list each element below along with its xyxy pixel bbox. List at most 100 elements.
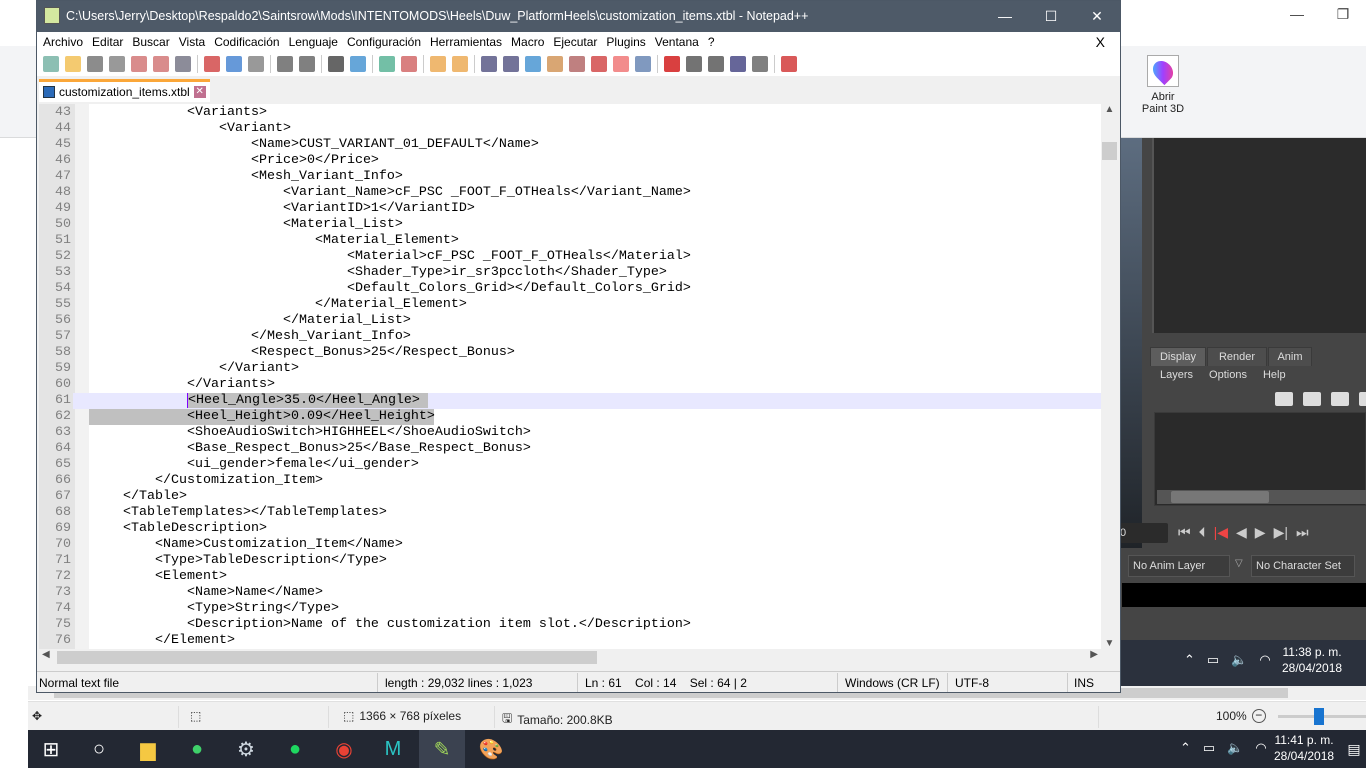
code-text: <VariantID>1</VariantID> — [91, 201, 475, 216]
udl-icon[interactable] — [547, 56, 563, 72]
save-icon[interactable] — [87, 56, 103, 72]
menu-editar[interactable]: Editar — [92, 32, 129, 52]
scroll-right-icon: ▶ — [1090, 649, 1098, 660]
minimize-icon[interactable]: — — [1274, 0, 1320, 30]
undo-icon[interactable] — [277, 56, 293, 72]
code-text: <ui_gender>female</ui_gender> — [91, 457, 419, 472]
image-dimensions: 1366 × 768 píxeles — [359, 709, 462, 723]
notepad-plus-plus-window: C:\Users\Jerry\Desktop\Respaldo2\Saintsr… — [36, 0, 1121, 693]
horizontal-scrollbar[interactable]: ◀ ▶ — [39, 649, 1101, 666]
maya-layer-icons — [1275, 392, 1366, 406]
cut-icon[interactable] — [204, 56, 220, 72]
code-line: 51 <Material_Element> — [39, 233, 1101, 249]
open-icon[interactable] — [65, 56, 81, 72]
spellcheck-icon[interactable] — [781, 56, 797, 72]
line-number: 76 — [55, 633, 71, 648]
layer-down-icon — [1303, 392, 1321, 406]
clock[interactable]: 11:41 p. m. 28/04/2018 — [1274, 732, 1334, 764]
editor[interactable]: 43 <Variants> 44 <Variant> 45 <Name>CUST_V… — [39, 104, 1101, 649]
spotify-icon[interactable]: ● — [272, 730, 318, 768]
line-number: 65 — [55, 457, 71, 472]
play-multi-icon[interactable] — [730, 56, 746, 72]
settings-icon[interactable]: ⚙ — [223, 730, 269, 768]
save-macro-icon[interactable] — [752, 56, 768, 72]
code-line: 63 <ShoeAudioSwitch>HIGHHEEL</ShoeAudioS… — [39, 425, 1101, 441]
menu-ventana[interactable]: Ventana — [655, 32, 705, 52]
open-paint3d-button[interactable]: Abrir Paint 3D — [1133, 52, 1193, 136]
menu-archivo[interactable]: Archivo — [43, 32, 89, 52]
indent-guide-icon[interactable] — [525, 56, 541, 72]
copy-icon[interactable] — [226, 56, 242, 72]
close-tab-icon[interactable]: ✕ — [193, 86, 206, 98]
tab-customization-items[interactable]: customization_items.xtbl ✕ — [39, 79, 210, 102]
code-line: 72 <Element> — [39, 569, 1101, 585]
new-icon[interactable] — [43, 56, 59, 72]
minimize-button[interactable]: — — [982, 1, 1028, 32]
tab-bar: customization_items.xtbl ✕ — [37, 76, 1120, 102]
menu-vista[interactable]: Vista — [179, 32, 211, 52]
doc-map-icon[interactable] — [569, 56, 585, 72]
folder-icon[interactable] — [613, 56, 629, 72]
menu-codificacin[interactable]: Codificación — [214, 32, 285, 52]
maximize-button[interactable]: ☐ — [1028, 1, 1074, 32]
captured-taskbar: ⌃ ▭ 🔈 ◠ 11:38 p. m. 28/04/2018 — [1120, 640, 1366, 686]
image-size-icon: ⬚ — [343, 709, 355, 723]
code-line: 59 </Variant> — [39, 361, 1101, 377]
close-icon[interactable] — [131, 56, 147, 72]
restore-icon[interactable]: ❐ — [1320, 0, 1366, 30]
paste-icon[interactable] — [248, 56, 264, 72]
chrome-icon[interactable]: ◉ — [321, 730, 367, 768]
zoom-out-button[interactable]: − — [1251, 709, 1266, 723]
menu-lenguaje[interactable]: Lenguaje — [289, 32, 344, 52]
line-number: 72 — [55, 569, 71, 584]
menu-herramientas[interactable]: Herramientas — [430, 32, 508, 52]
menu-macro[interactable]: Macro — [511, 32, 550, 52]
status-bar: Normal text file length : 29,032 lines :… — [37, 671, 1120, 692]
zoom-slider[interactable] — [1278, 708, 1366, 725]
dropdown-arrow-icon: ▽ — [1235, 558, 1243, 569]
word-wrap-icon[interactable] — [481, 56, 497, 72]
code-text: <Variants> — [91, 105, 267, 120]
close-document-button[interactable]: X — [1096, 32, 1111, 52]
play-icon[interactable] — [708, 56, 724, 72]
code-line: 58 <Respect_Bonus>25</Respect_Bonus> — [39, 345, 1101, 361]
title-bar: C:\Users\Jerry\Desktop\Respaldo2\Saintsr… — [37, 1, 1120, 32]
menu-plugins[interactable]: Plugins — [606, 32, 651, 52]
paint-icon[interactable]: 🎨 — [468, 730, 514, 768]
zoom-in-icon[interactable] — [379, 56, 395, 72]
cortana-button[interactable]: ○ — [76, 730, 122, 768]
file-explorer-icon[interactable]: ▆ — [125, 730, 171, 768]
sync-h-icon[interactable] — [452, 56, 468, 72]
maya-icon[interactable]: M — [370, 730, 416, 768]
notepad-plus-plus-icon[interactable]: ✎ — [419, 730, 465, 768]
save-all-icon[interactable] — [109, 56, 125, 72]
start-button[interactable]: ⊞ — [28, 730, 74, 768]
whatsapp-icon[interactable]: ● — [174, 730, 220, 768]
show-all-icon[interactable] — [503, 56, 519, 72]
zoom-out-icon[interactable] — [401, 56, 417, 72]
menu-bar: Archivo Editar Buscar Vista Codificación Leng… — [37, 32, 1120, 52]
maya-menu-options: Options — [1209, 369, 1247, 381]
find-icon[interactable] — [328, 56, 344, 72]
monitor-icon[interactable] — [635, 56, 651, 72]
menu-?[interactable]: ? — [708, 32, 721, 52]
close-all-icon[interactable] — [153, 56, 169, 72]
replace-icon[interactable] — [350, 56, 366, 72]
func-list-icon[interactable] — [591, 56, 607, 72]
sync-v-icon[interactable] — [430, 56, 446, 72]
menu-configuracin[interactable]: Configuración — [347, 32, 427, 52]
stop-icon[interactable] — [686, 56, 702, 72]
menu-ejecutar[interactable]: Ejecutar — [553, 32, 603, 52]
date: 28/04/2018 — [1274, 749, 1335, 763]
code-line: 76 </Element> — [39, 633, 1101, 649]
record-icon[interactable] — [664, 56, 680, 72]
vertical-scrollbar[interactable]: ▲ ▼ — [1101, 104, 1118, 649]
redo-icon[interactable] — [299, 56, 315, 72]
line-number: 73 — [55, 585, 71, 600]
code-text: <TableTemplates></TableTemplates> — [91, 505, 387, 520]
go-start-icon: ⏮ — [1178, 524, 1191, 540]
menu-buscar[interactable]: Buscar — [132, 32, 175, 52]
close-button[interactable]: ✕ — [1074, 1, 1120, 32]
notifications-icon[interactable]: ▤ — [1342, 730, 1366, 768]
print-icon[interactable] — [175, 56, 191, 72]
